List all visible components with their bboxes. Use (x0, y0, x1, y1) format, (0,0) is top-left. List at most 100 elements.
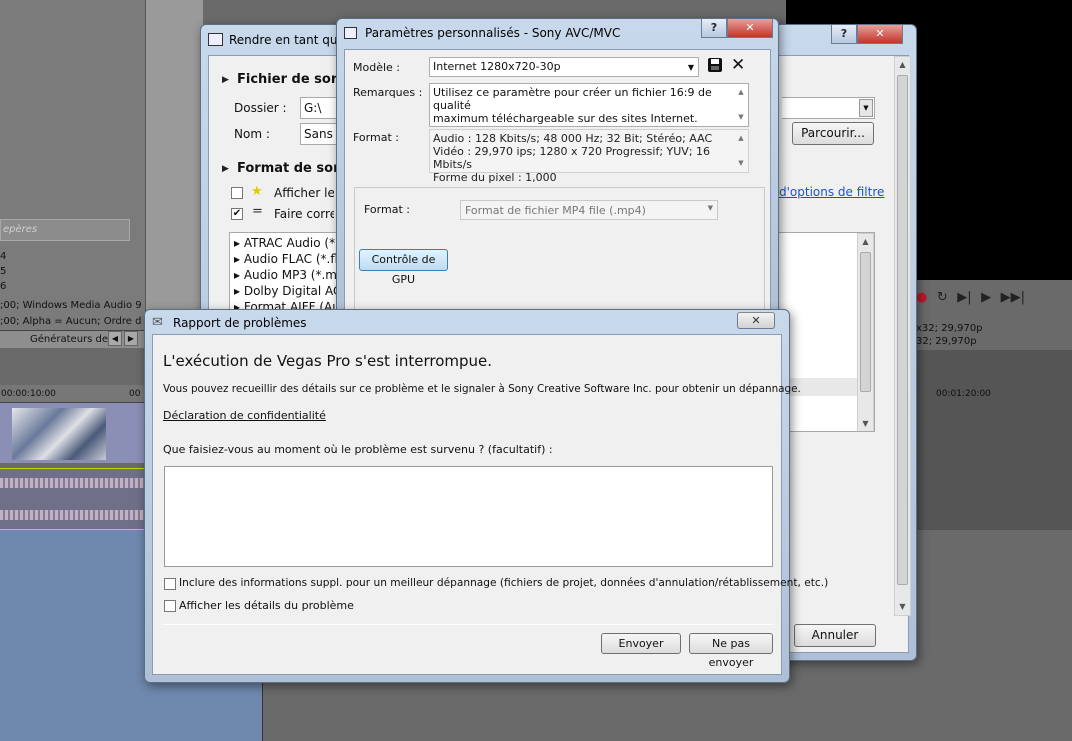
chevron-down-icon[interactable]: ▼ (688, 61, 694, 74)
container-select[interactable]: Format de fichier MP4 file (.mp4) ▼ (460, 200, 718, 220)
preview-info-line: 32; 29,970p (916, 336, 977, 347)
section-output-file: Fichier de sortie (237, 72, 337, 87)
next-frame-icon[interactable]: ▶▶| (1001, 290, 1025, 305)
question-label: Que faisiez-vous au moment où le problèm… (163, 443, 553, 456)
tab-next-icon[interactable]: ▶ (124, 331, 138, 346)
help-button[interactable]: ? (831, 25, 857, 44)
name-field[interactable]: Sans titre (300, 123, 340, 145)
section-arrow-icon[interactable]: ▶ (222, 75, 229, 85)
report-client-area: L'exécution de Vegas Pro s'est interromp… (152, 334, 828, 675)
report-window-title: Rapport de problèmes (173, 316, 307, 330)
folder-field[interactable]: G:\ (300, 97, 340, 119)
settings-client-area: Modèle : Internet 1280x720-30p ▼ ✕ Remar… (344, 49, 771, 337)
close-button[interactable]: ✕ (727, 19, 773, 38)
include-info-label: Inclure des informations suppl. pour un … (179, 577, 829, 589)
remarks-line: maximum téléchargeable sur des sites Int… (433, 112, 698, 125)
marker-search-field[interactable]: epères (0, 219, 130, 241)
list-item: 5 (0, 266, 7, 277)
custom-settings-window: Paramètres personnalisés - Sony AVC/MVC … (336, 18, 779, 338)
match-project-checkbox[interactable]: ✔ (231, 208, 243, 220)
container-value: Format de fichier MP4 file (.mp4) (465, 204, 646, 217)
gpu-control-button[interactable]: Contrôle de GPU (359, 249, 448, 286)
video-thumbnail (12, 408, 106, 460)
save-preset-icon[interactable] (708, 58, 722, 76)
show-details-checkbox[interactable] (164, 600, 176, 612)
ruler-time-label: 00:01:20:00 (936, 389, 991, 399)
preview-info-line: x32; 29,970p (916, 323, 983, 334)
format-audio-line: Audio : 128 Kbits/s; 48 000 Hz; 32 Bit; … (433, 132, 713, 145)
explorer-panel (0, 0, 145, 330)
show-favorites-checkbox[interactable] (231, 187, 243, 199)
divider (163, 624, 773, 625)
play-icon[interactable]: ▶ (981, 290, 991, 305)
delete-preset-icon[interactable]: ✕ (731, 56, 745, 74)
remarks-label: Remarques : (353, 86, 423, 99)
chevron-down-icon[interactable]: ▼ (859, 99, 873, 117)
format-summary: Audio : 128 Kbits/s; 48 000 Hz; 32 Bit; … (429, 129, 749, 184)
scroll-down-icon[interactable]: ▼ (858, 416, 873, 431)
settings-titlebar[interactable]: Paramètres personnalisés - Sony AVC/MVC … (337, 19, 778, 49)
report-description: Vous pouvez recueillir des détails sur c… (163, 383, 801, 395)
render-window-title: Rendre en tant que (229, 33, 345, 47)
timeline-area-right (916, 350, 1072, 530)
chevron-down-icon[interactable]: ▼ (708, 204, 713, 212)
ruler-time-label: 00:00:10:00 (1, 389, 56, 399)
transport-controls: ● ↻ ▶| ▶ ▶▶| (916, 290, 1072, 316)
model-select[interactable]: Internet 1280x720-30p ▼ (429, 57, 699, 77)
list-item: 6 (0, 281, 7, 292)
floppy-disk-icon (708, 58, 722, 72)
folder-field-end[interactable]: ▼ (782, 97, 875, 119)
scroll-up-icon[interactable]: ▲ (895, 57, 910, 73)
send-button[interactable]: Envoyer (601, 633, 681, 654)
browse-button[interactable]: Parcourir... (792, 122, 874, 145)
scroll-thumb[interactable] (860, 252, 871, 392)
audio-waveform (0, 510, 145, 520)
remarks-line: Utilisez ce paramètre pour créer un fich… (433, 86, 712, 112)
include-info-checkbox[interactable] (164, 578, 176, 590)
settings-window-title: Paramètres personnalisés - Sony AVC/MVC (365, 26, 621, 40)
media-info-line: ;00; Windows Media Audio 9 (0, 300, 142, 311)
privacy-link[interactable]: Déclaration de confidentialité (163, 409, 326, 422)
name-label: Nom : (234, 127, 270, 141)
match-project-label: Faire correspondre les paramètres du pro… (274, 207, 334, 221)
section-arrow-icon[interactable]: ▶ (222, 164, 229, 174)
cancel-button[interactable]: Annuler (794, 624, 876, 647)
render-scrollbar[interactable]: ▲ ▼ (894, 56, 911, 616)
ruler-time-label: 00 (129, 389, 141, 399)
close-button[interactable]: ✕ (737, 312, 775, 329)
filter-options-link[interactable]: d'options de filtre (779, 185, 884, 199)
model-value: Internet 1280x720-30p (433, 60, 561, 73)
equals-icon: = (252, 204, 263, 219)
help-button[interactable]: ? (701, 19, 727, 38)
show-favorites-label: Afficher les favoris (274, 186, 334, 200)
record-icon[interactable]: ● (916, 290, 927, 305)
folder-label: Dossier : (234, 101, 287, 115)
problem-description-input[interactable] (164, 466, 773, 567)
settings-window-icon (344, 27, 357, 39)
format-list-scrollbar[interactable]: ▲ ▼ (857, 233, 874, 431)
scroll-up-icon[interactable]: ▲ (858, 234, 873, 250)
remarks-scrollbar[interactable]: ▲ ▼ (734, 84, 748, 126)
scroll-down-icon[interactable]: ▼ (895, 599, 910, 615)
model-label: Modèle : (353, 61, 400, 74)
format-video-line: Vidéo : 29,970 ips; 1280 x 720 Progressi… (433, 145, 711, 171)
container-label: Format : (364, 203, 410, 216)
render-window-icon (208, 33, 223, 46)
format-pixel-line: Forme du pixel : 1,000 (433, 171, 557, 184)
audio-waveform (0, 478, 145, 488)
close-button[interactable]: ✕ (857, 25, 903, 44)
report-window-icon: ✉ (152, 315, 163, 330)
loop-icon[interactable]: ↻ (937, 290, 948, 305)
dont-send-button[interactable]: Ne pas envoyer (689, 633, 773, 669)
report-heading: L'exécution de Vegas Pro s'est interromp… (163, 352, 493, 370)
format-label: Format : (353, 131, 399, 144)
tab-prev-icon[interactable]: ◀ (108, 331, 122, 346)
list-item: 4 (0, 251, 7, 262)
format-scrollbar[interactable]: ▲ ▼ (734, 130, 748, 172)
scroll-thumb[interactable] (897, 75, 908, 585)
explorer-column (145, 0, 203, 330)
problem-report-window: ✉ Rapport de problèmes ✕ L'exécution de … (144, 309, 828, 683)
play-from-start-icon[interactable]: ▶| (957, 290, 971, 305)
remarks-field[interactable]: Utilisez ce paramètre pour créer un fich… (429, 83, 749, 127)
report-titlebar[interactable]: ✉ Rapport de problèmes ✕ (145, 310, 789, 334)
